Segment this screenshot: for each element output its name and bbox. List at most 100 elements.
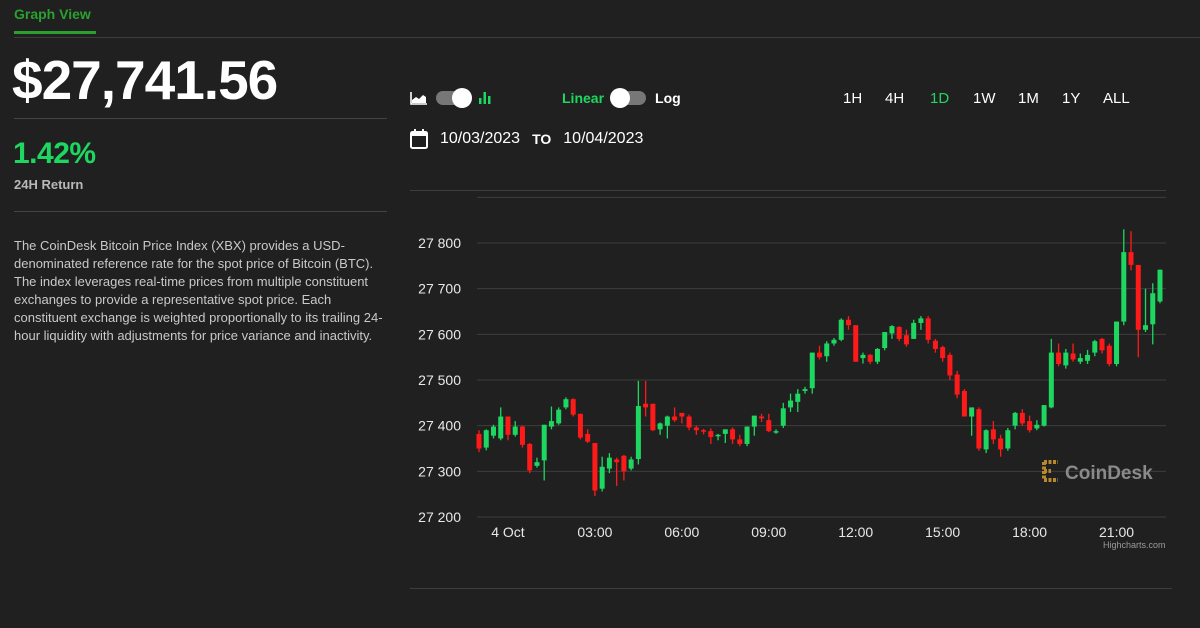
candle-up[interactable] bbox=[1150, 283, 1156, 345]
candle-up[interactable] bbox=[1012, 411, 1018, 430]
candle-up[interactable] bbox=[483, 429, 489, 451]
candle-up[interactable] bbox=[534, 457, 540, 468]
candle-up[interactable] bbox=[1085, 349, 1091, 365]
candle-down[interactable] bbox=[686, 414, 692, 431]
tab-graph-view[interactable]: Graph View bbox=[14, 6, 96, 34]
candle-down[interactable] bbox=[1106, 343, 1112, 367]
candle-down[interactable] bbox=[643, 380, 649, 417]
range-1w-button[interactable]: 1W bbox=[973, 90, 996, 107]
candle-up[interactable] bbox=[751, 415, 757, 436]
candlestick-chart[interactable]: 27 200 27 300 27 400 27 500 27 600 27 700 27 8… bbox=[400, 190, 1180, 550]
candle-down[interactable] bbox=[853, 325, 859, 362]
candle-down[interactable] bbox=[925, 316, 931, 344]
candle-up[interactable] bbox=[1077, 353, 1083, 365]
candle-down[interactable] bbox=[679, 412, 685, 424]
range-1m-button[interactable]: 1M bbox=[1018, 90, 1039, 107]
candle-up[interactable] bbox=[889, 325, 895, 339]
candle-up[interactable] bbox=[556, 407, 562, 425]
range-4h-button[interactable]: 4H bbox=[885, 90, 904, 107]
candle-down[interactable] bbox=[867, 353, 873, 365]
candle-down[interactable] bbox=[766, 413, 772, 433]
candle-up[interactable] bbox=[541, 424, 547, 481]
candle-down[interactable] bbox=[990, 421, 996, 444]
range-1d-button[interactable]: 1D bbox=[930, 90, 949, 107]
candle-down[interactable] bbox=[476, 430, 482, 453]
candle-down[interactable] bbox=[650, 403, 656, 432]
candle-up[interactable] bbox=[1034, 420, 1040, 431]
candle-down[interactable] bbox=[817, 345, 822, 360]
candle-up[interactable] bbox=[773, 429, 779, 434]
candle-down[interactable] bbox=[903, 329, 909, 347]
candle-up[interactable] bbox=[606, 453, 612, 474]
candle-down[interactable] bbox=[621, 454, 627, 481]
candle-down[interactable] bbox=[845, 316, 851, 330]
candle-up[interactable] bbox=[1063, 348, 1069, 369]
candle-down[interactable] bbox=[947, 352, 953, 380]
chart-type-toggle[interactable] bbox=[436, 88, 472, 108]
candle-up[interactable] bbox=[512, 421, 518, 437]
candle-up[interactable] bbox=[824, 341, 830, 362]
candle-up[interactable] bbox=[831, 337, 837, 346]
candle-up[interactable] bbox=[802, 386, 808, 394]
scale-log-label[interactable]: Log bbox=[655, 90, 681, 106]
scale-linear-label[interactable]: Linear bbox=[562, 90, 604, 106]
candle-down[interactable] bbox=[940, 345, 946, 362]
candle-up[interactable] bbox=[911, 319, 917, 339]
candle-up[interactable] bbox=[1041, 405, 1047, 427]
candle-down[interactable] bbox=[1135, 264, 1141, 358]
date-to[interactable]: 10/04/2023 bbox=[563, 130, 643, 148]
area-chart-icon[interactable] bbox=[410, 91, 428, 105]
candle-down[interactable] bbox=[976, 407, 982, 451]
candle-up[interactable] bbox=[664, 415, 670, 439]
candle-down[interactable] bbox=[730, 427, 736, 444]
candle-up[interactable] bbox=[882, 332, 888, 351]
candle-down[interactable] bbox=[932, 338, 938, 353]
candle-down[interactable] bbox=[519, 425, 525, 448]
candle-down[interactable] bbox=[527, 443, 533, 474]
candle-down[interactable] bbox=[961, 389, 967, 417]
candle-up[interactable] bbox=[874, 348, 880, 365]
candle-down[interactable] bbox=[585, 429, 591, 444]
candle-up[interactable] bbox=[860, 352, 866, 364]
bar-chart-icon[interactable] bbox=[478, 91, 492, 105]
candle-up[interactable] bbox=[795, 389, 801, 412]
candle-up[interactable] bbox=[722, 429, 728, 444]
candle-down[interactable] bbox=[896, 326, 902, 342]
calendar-icon[interactable] bbox=[410, 129, 428, 149]
candle-up[interactable] bbox=[1114, 321, 1120, 367]
candle-up[interactable] bbox=[918, 316, 924, 330]
candle-down[interactable] bbox=[954, 370, 960, 399]
candle-down[interactable] bbox=[737, 434, 743, 447]
date-from[interactable]: 10/03/2023 bbox=[440, 130, 520, 148]
candle-up[interactable] bbox=[1048, 338, 1054, 409]
candle-up[interactable] bbox=[969, 407, 975, 436]
candle-up[interactable] bbox=[657, 422, 663, 435]
candle-down[interactable] bbox=[577, 413, 583, 440]
candle-up[interactable] bbox=[1121, 229, 1127, 326]
range-1h-button[interactable]: 1H bbox=[843, 90, 862, 107]
candle-up[interactable] bbox=[715, 433, 721, 441]
scale-toggle[interactable] bbox=[610, 88, 647, 108]
candle-up[interactable] bbox=[788, 393, 794, 412]
candle-down[interactable] bbox=[1056, 343, 1062, 367]
candle-up[interactable] bbox=[635, 380, 641, 465]
highcharts-credit[interactable]: Highcharts.com bbox=[1103, 540, 1166, 550]
candle-down[interactable] bbox=[998, 434, 1004, 457]
candle-down[interactable] bbox=[1099, 337, 1105, 354]
candle-up[interactable] bbox=[780, 402, 786, 428]
candle-up[interactable] bbox=[744, 426, 750, 447]
candle-up[interactable] bbox=[628, 456, 634, 471]
candle-up[interactable] bbox=[809, 352, 815, 394]
candle-up[interactable] bbox=[490, 424, 496, 439]
candle-up[interactable] bbox=[983, 429, 989, 454]
candle-up[interactable] bbox=[1157, 269, 1163, 304]
candle-down[interactable] bbox=[701, 428, 707, 435]
range-all-button[interactable]: ALL bbox=[1103, 90, 1130, 107]
candle-down[interactable] bbox=[570, 398, 576, 417]
candle-down[interactable] bbox=[693, 425, 699, 435]
candle-up[interactable] bbox=[838, 318, 844, 342]
candle-down[interactable] bbox=[1027, 415, 1033, 433]
candle-up[interactable] bbox=[548, 406, 554, 430]
candle-down[interactable] bbox=[1128, 231, 1134, 271]
candle-up[interactable] bbox=[599, 456, 605, 492]
